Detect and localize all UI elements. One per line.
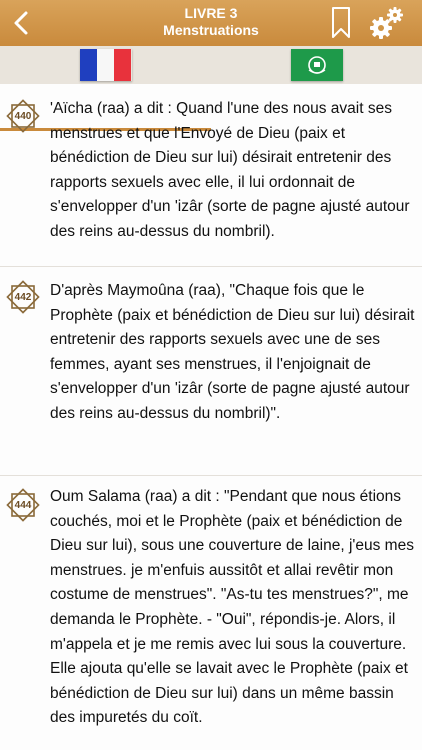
- tab-french[interactable]: [0, 46, 211, 84]
- hadith-number: 440: [14, 110, 32, 122]
- hadith-number-badge: 440: [6, 99, 40, 133]
- hadith-item[interactable]: 444 Oum Salama (raa) a dit : "Pendant qu…: [0, 475, 422, 750]
- hadith-list[interactable]: 440 'Aïcha (raa) a dit : Quand l'une des…: [0, 85, 422, 750]
- hadith-number: 444: [14, 499, 32, 511]
- language-tabs: [0, 46, 422, 131]
- settings-button[interactable]: [366, 4, 406, 42]
- hadith-text: Oum Salama (raa) a dit : "Pendant que no…: [50, 488, 414, 727]
- bookmark-button[interactable]: [330, 6, 352, 40]
- tab-arabic[interactable]: [211, 46, 422, 84]
- france-flag-icon: [79, 49, 132, 81]
- hadith-number-badge: 442: [6, 280, 40, 314]
- hadith-item[interactable]: 442 D'après Maymoûna (raa), "Chaque fois…: [0, 266, 422, 476]
- arab-league-flag-icon: [290, 49, 343, 81]
- hadith-number-badge: 444: [6, 488, 40, 522]
- book-number: LIVRE 3: [184, 5, 238, 21]
- hadith-text: 'Aïcha (raa) a dit : Quand l'une des nou…: [50, 100, 410, 240]
- page-title: LIVRE 3 Menstruations: [80, 5, 342, 39]
- nav-header: LIVRE 3 Menstruations: [0, 0, 422, 46]
- hadith-number: 442: [14, 291, 32, 303]
- hadith-text: D'après Maymoûna (raa), "Chaque fois que…: [50, 282, 415, 422]
- chevron-left-icon: [14, 11, 28, 35]
- bookmark-icon: [332, 7, 350, 38]
- book-title: Menstruations: [163, 22, 259, 38]
- gears-icon: [370, 7, 403, 39]
- hadith-item[interactable]: 440 'Aïcha (raa) a dit : Quand l'une des…: [0, 85, 422, 267]
- back-button[interactable]: [6, 6, 36, 40]
